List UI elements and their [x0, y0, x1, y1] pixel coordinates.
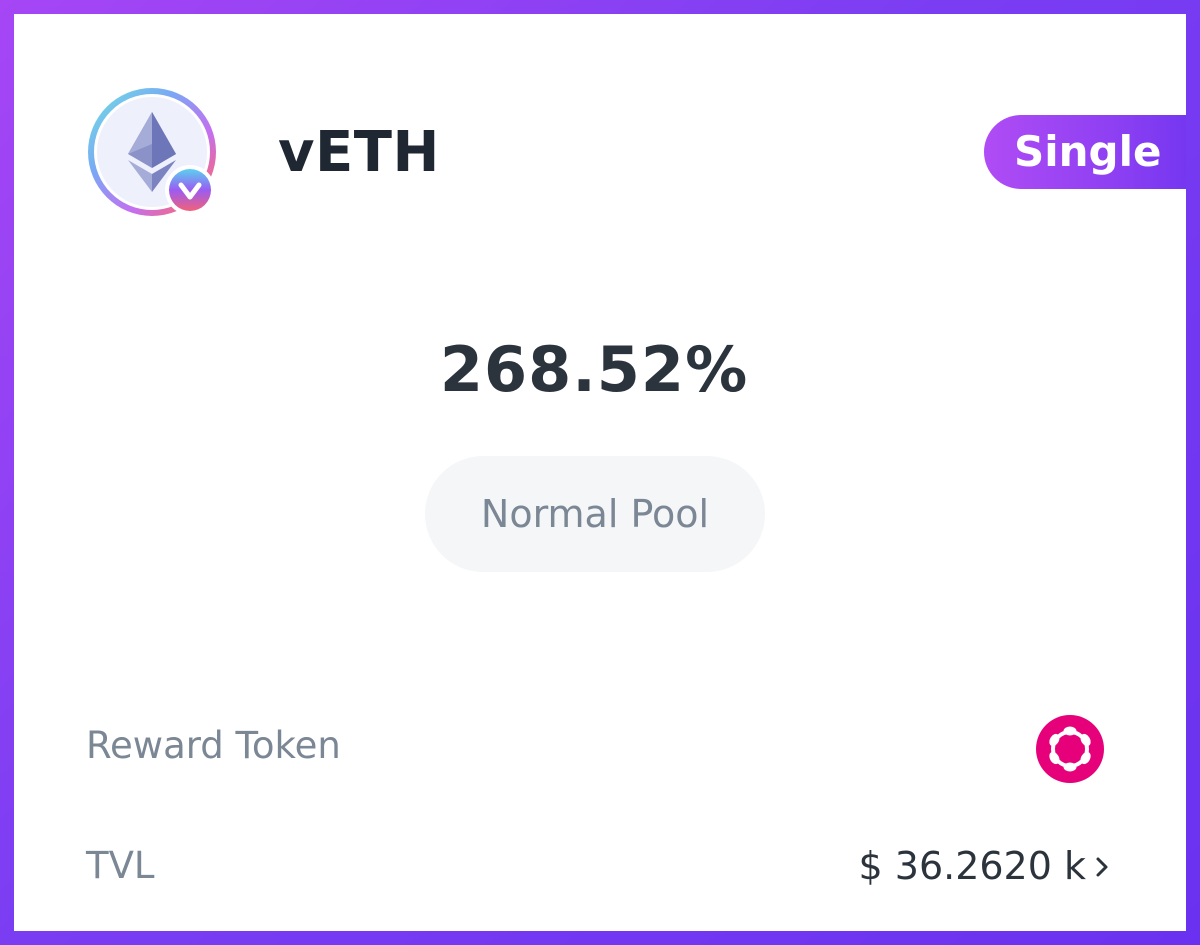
pool-card[interactable]: vETH Single 268.52% Normal Pool Reward T…	[14, 14, 1186, 931]
tvl-label: TVL	[86, 844, 155, 887]
chevron-right-icon[interactable]	[1092, 854, 1112, 880]
v-badge-icon	[164, 164, 216, 216]
token-name: vETH	[278, 120, 440, 185]
card-frame: vETH Single 268.52% Normal Pool Reward T…	[0, 0, 1200, 945]
apr-value: 268.52%	[439, 333, 749, 406]
tvl-value[interactable]: $ 36.2620 k	[859, 841, 1086, 891]
reward-token-label: Reward Token	[86, 724, 341, 767]
pool-type-badge: Single	[984, 115, 1186, 189]
polkadot-icon	[1035, 714, 1105, 784]
pool-category-pill: Normal Pool	[425, 456, 765, 572]
